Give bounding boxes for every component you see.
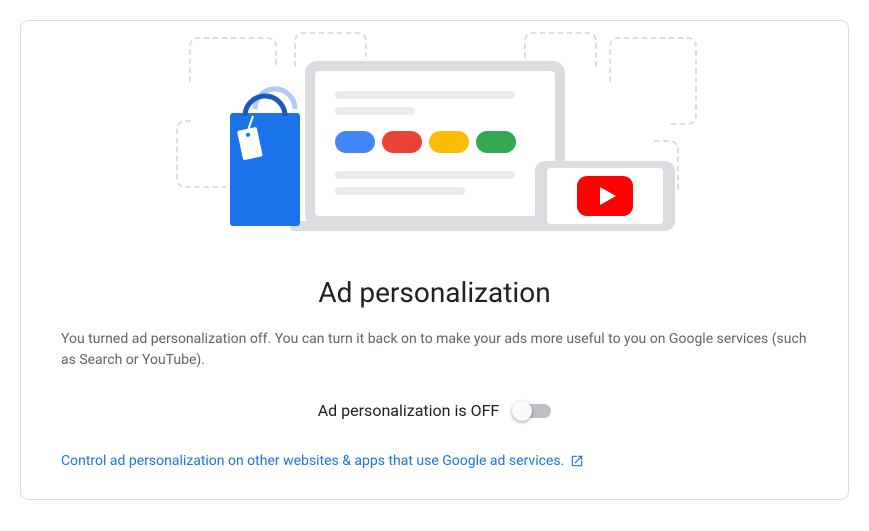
control-other-sites-link[interactable]: Control ad personalization on other webs… <box>61 453 584 469</box>
page-title: Ad personalization <box>61 276 808 309</box>
ad-personalization-toggle[interactable] <box>515 404 551 418</box>
phone-youtube-icon <box>535 161 675 231</box>
link-text: Control ad personalization on other webs… <box>61 453 564 469</box>
description-text: You turned ad personalization off. You c… <box>61 329 808 371</box>
link-row: Control ad personalization on other webs… <box>61 450 808 469</box>
content: Ad personalization You turned ad persona… <box>21 276 848 499</box>
illustration <box>21 21 848 246</box>
ad-personalization-card: Ad personalization You turned ad persona… <box>20 20 849 500</box>
shopping-bag-icon <box>230 89 300 226</box>
toggle-knob <box>512 401 532 421</box>
ad-personalization-illustration <box>155 21 715 246</box>
external-link-icon <box>570 454 584 468</box>
toggle-label: Ad personalization is OFF <box>318 401 500 420</box>
toggle-row: Ad personalization is OFF <box>61 401 808 420</box>
